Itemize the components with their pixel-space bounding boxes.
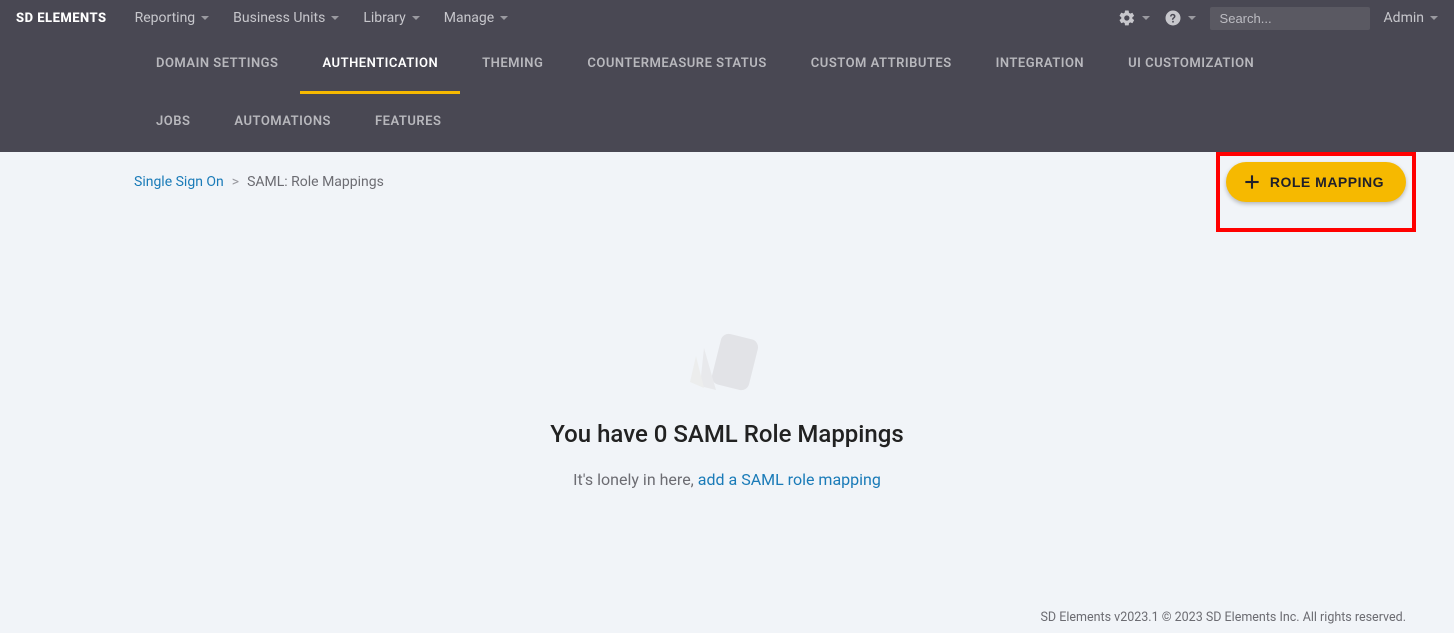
topnav-business-units[interactable]: Business Units bbox=[233, 10, 339, 26]
subnav: DOMAIN SETTINGS AUTHENTICATION THEMING C… bbox=[0, 36, 1454, 152]
topnav-label: Reporting bbox=[135, 10, 196, 26]
empty-subtitle: It's lonely in here, add a SAML role map… bbox=[134, 470, 1320, 489]
topbar-right: Admin bbox=[1118, 7, 1438, 30]
add-role-mapping-button[interactable]: ROLE MAPPING bbox=[1226, 162, 1406, 202]
topnav: Reporting Business Units Library Manage bbox=[135, 10, 1118, 26]
empty-sub-prefix: It's lonely in here, bbox=[573, 470, 698, 489]
empty-title: You have 0 SAML Role Mappings bbox=[134, 420, 1320, 448]
user-label: Admin bbox=[1384, 10, 1424, 26]
subnav-ui-customization[interactable]: UI CUSTOMIZATION bbox=[1106, 36, 1276, 94]
topnav-library[interactable]: Library bbox=[363, 10, 419, 26]
topnav-reporting[interactable]: Reporting bbox=[135, 10, 210, 26]
chevron-down-icon bbox=[1430, 16, 1438, 20]
topnav-manage[interactable]: Manage bbox=[444, 10, 508, 26]
breadcrumb-separator: > bbox=[232, 174, 239, 190]
subnav-countermeasure-status[interactable]: COUNTERMEASURE STATUS bbox=[565, 36, 788, 94]
button-label: ROLE MAPPING bbox=[1270, 174, 1384, 190]
subnav-integration[interactable]: INTEGRATION bbox=[974, 36, 1106, 94]
settings-menu[interactable] bbox=[1118, 9, 1150, 27]
topbar: SD ELEMENTS Reporting Business Units Lib… bbox=[0, 0, 1454, 36]
empty-icon bbox=[682, 330, 772, 400]
gear-icon bbox=[1118, 9, 1136, 27]
topnav-label: Business Units bbox=[233, 10, 325, 26]
chevron-down-icon bbox=[201, 16, 209, 20]
help-menu[interactable] bbox=[1164, 9, 1196, 27]
topnav-label: Library bbox=[363, 10, 405, 26]
footer: SD Elements v2023.1 © 2023 SD Elements I… bbox=[1041, 610, 1407, 625]
search-input[interactable] bbox=[1210, 7, 1370, 30]
chevron-down-icon bbox=[331, 16, 339, 20]
breadcrumb-link-sso[interactable]: Single Sign On bbox=[134, 174, 224, 190]
plus-icon bbox=[1242, 172, 1262, 192]
help-icon bbox=[1164, 9, 1182, 27]
chevron-down-icon bbox=[1188, 16, 1196, 20]
chevron-down-icon bbox=[412, 16, 420, 20]
content: Single Sign On > SAML: Role Mappings ROL… bbox=[0, 152, 1454, 489]
subnav-domain-settings[interactable]: DOMAIN SETTINGS bbox=[134, 36, 300, 94]
topnav-label: Manage bbox=[444, 10, 494, 26]
subnav-jobs[interactable]: JOBS bbox=[134, 94, 212, 152]
empty-state: You have 0 SAML Role Mappings It's lonel… bbox=[134, 330, 1320, 489]
user-menu[interactable]: Admin bbox=[1384, 10, 1438, 26]
subnav-custom-attributes[interactable]: CUSTOM ATTRIBUTES bbox=[789, 36, 974, 94]
breadcrumb: Single Sign On > SAML: Role Mappings bbox=[134, 174, 1320, 190]
add-role-mapping-link[interactable]: add a SAML role mapping bbox=[698, 470, 881, 489]
subnav-theming[interactable]: THEMING bbox=[460, 36, 565, 94]
subnav-automations[interactable]: AUTOMATIONS bbox=[212, 94, 353, 152]
brand-logo: SD ELEMENTS bbox=[16, 11, 107, 26]
subnav-authentication[interactable]: AUTHENTICATION bbox=[300, 36, 460, 94]
chevron-down-icon bbox=[1142, 16, 1150, 20]
subnav-features[interactable]: FEATURES bbox=[353, 94, 463, 152]
chevron-down-icon bbox=[500, 16, 508, 20]
breadcrumb-current: SAML: Role Mappings bbox=[247, 174, 384, 190]
